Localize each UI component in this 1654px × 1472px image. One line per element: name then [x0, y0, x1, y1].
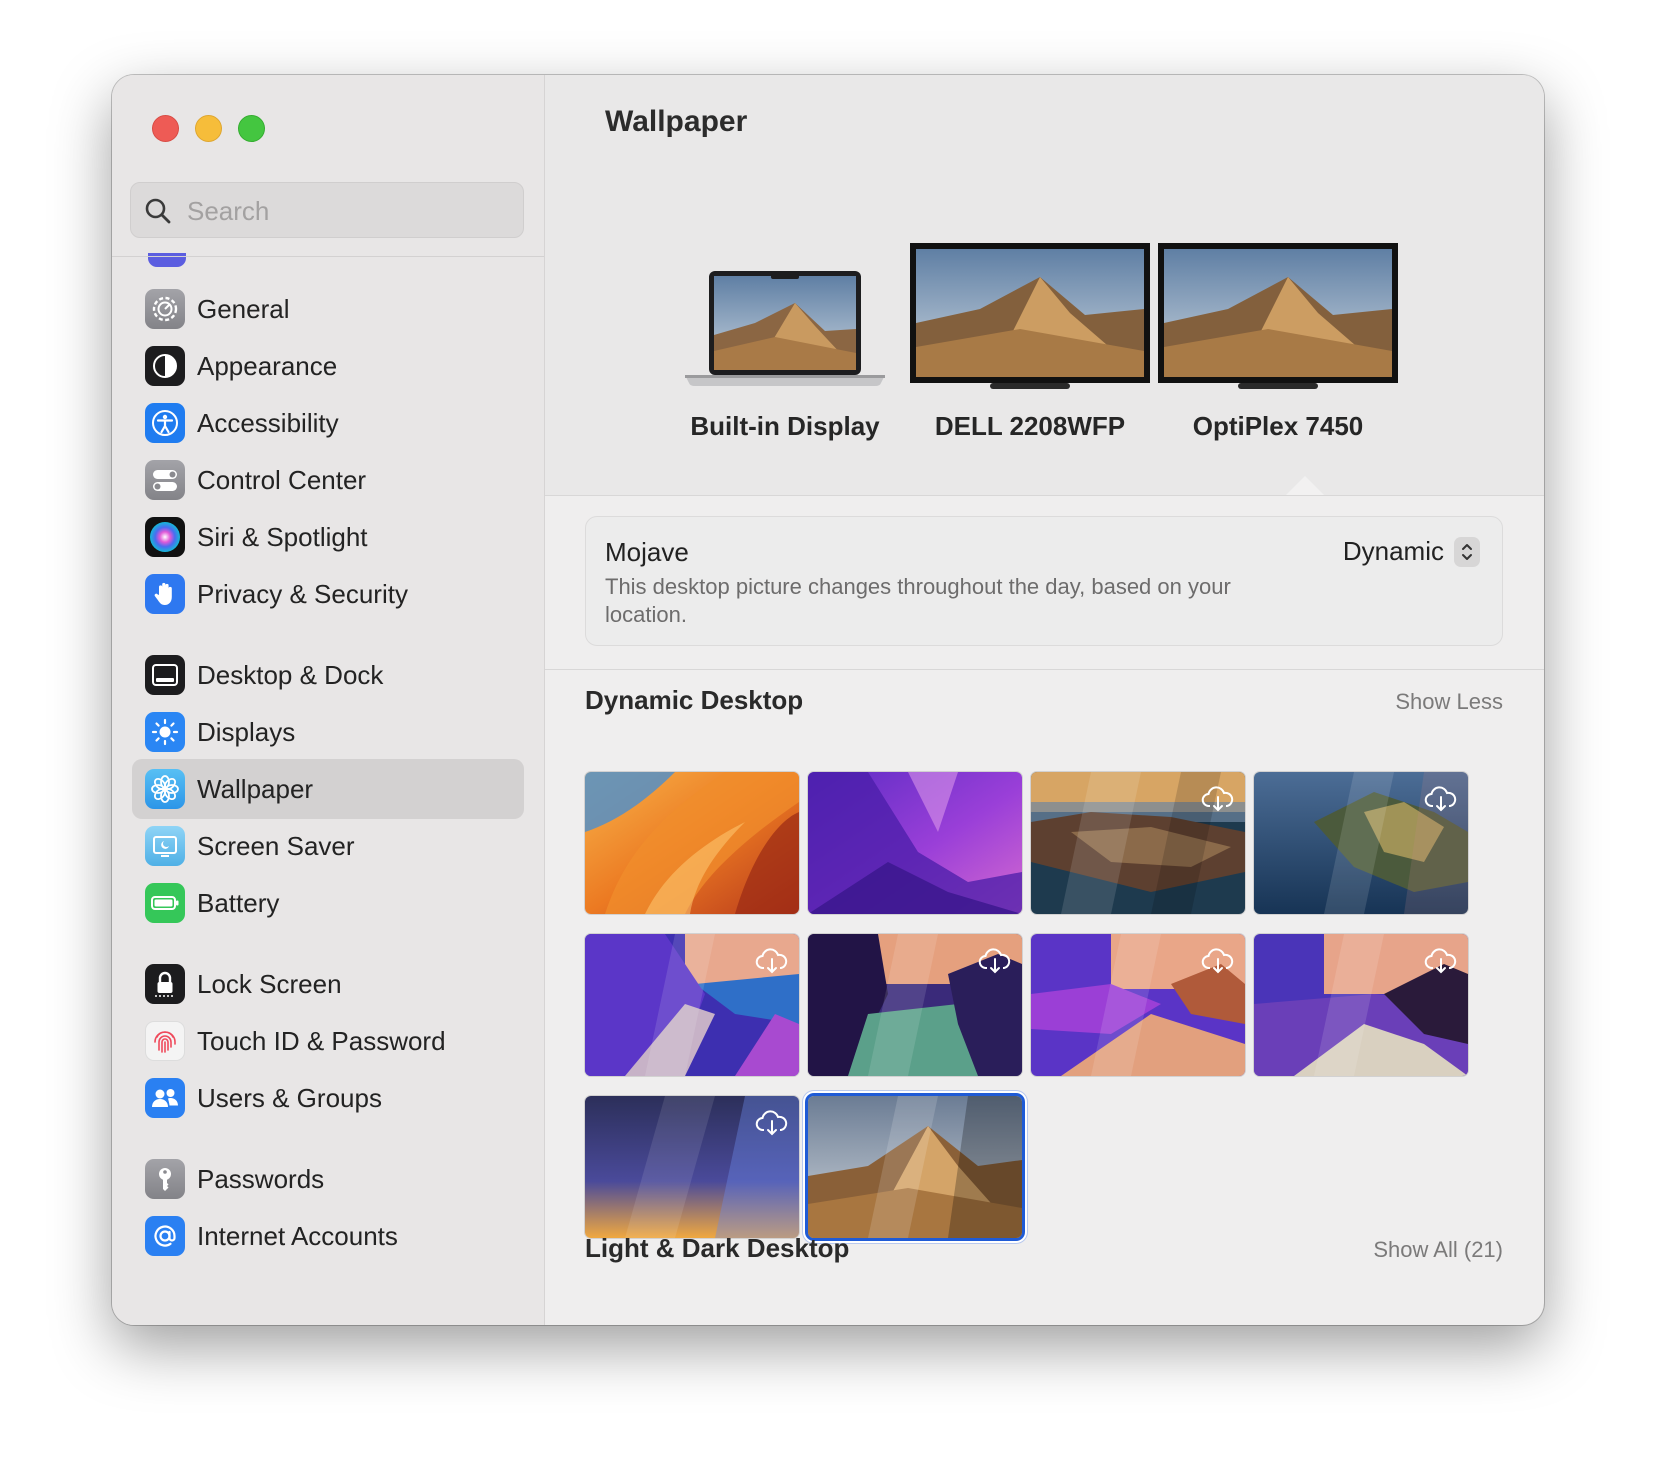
sidebar-item-label: Desktop & Dock — [197, 659, 384, 690]
fingerprint-icon — [145, 1021, 185, 1061]
wallpaper-thumb-ventura[interactable] — [585, 772, 799, 914]
show-less-button[interactable]: Show Less — [1395, 689, 1503, 715]
sidebar-item-label: Siri & Spotlight — [197, 521, 368, 552]
sidebar-item-control-center[interactable]: Control Center — [132, 450, 524, 510]
chevron-updown-icon — [1454, 536, 1480, 567]
sidebar-item-accessibility[interactable]: Accessibility — [132, 393, 524, 453]
display-label: DELL 2208WFP — [934, 411, 1126, 441]
search-field[interactable] — [130, 182, 524, 239]
download-icon — [1201, 948, 1234, 974]
wallpaper-thumb-catalina[interactable] — [1254, 772, 1468, 914]
display-label: OptiPlex 7450 — [1192, 411, 1364, 441]
sidebar-item-lock-screen[interactable]: Lock Screen — [132, 954, 524, 1014]
display-label: Built-in Display — [690, 411, 880, 441]
appearance-icon — [145, 346, 185, 386]
wallpaper-thumb-bigsur-lake[interactable] — [808, 934, 1022, 1076]
download-icon — [1424, 786, 1457, 812]
dock-icon — [145, 655, 185, 695]
wallpaper-thumb-bigsur-shore[interactable] — [1254, 934, 1468, 1076]
sidebar-item-label: Battery — [197, 887, 280, 918]
sidebar-item-label: Internet Accounts — [197, 1220, 398, 1251]
key-icon — [145, 1159, 185, 1199]
section-title: Dynamic Desktop — [585, 685, 804, 715]
sidebar-item-label: Users & Groups — [197, 1082, 382, 1113]
download-icon — [755, 948, 788, 974]
users-icon — [145, 1078, 185, 1118]
sidebar-item-label: Privacy & Security — [197, 578, 408, 609]
battery-icon — [145, 883, 185, 923]
control-center-icon — [145, 460, 185, 500]
gear-icon — [145, 289, 185, 329]
selected-display-pointer — [1286, 476, 1324, 495]
search-input[interactable] — [185, 183, 509, 239]
sidebar-item-label: Displays — [197, 716, 296, 747]
sidebar-item-desktop-dock[interactable]: Desktop & Dock — [132, 645, 524, 705]
hand-icon — [145, 574, 185, 614]
lock-icon — [145, 964, 185, 1004]
mode-value: Dynamic — [1342, 536, 1444, 566]
close-button[interactable] — [152, 115, 179, 142]
section-title: Light & Dark Desktop — [585, 1233, 850, 1263]
display-builtin[interactable] — [685, 271, 885, 394]
sidebar-item-label: Control Center — [197, 464, 367, 495]
wallpaper-info-card: Mojave This desktop picture changes thro… — [585, 516, 1503, 646]
sidebar-item-privacy-security[interactable]: Privacy & Security — [132, 564, 524, 624]
wallpaper-thumb-monterey[interactable] — [808, 772, 1022, 914]
sidebar-item-appearance[interactable]: Appearance — [132, 336, 524, 396]
wallpaper-thumb-bigsur-dunes[interactable] — [1031, 934, 1245, 1076]
download-icon — [1201, 786, 1234, 812]
sidebar-item-label: Wallpaper — [197, 773, 314, 804]
sidebar-item-siri-spotlight[interactable]: Siri & Spotlight — [132, 507, 524, 567]
search-icon — [145, 198, 171, 224]
download-icon — [755, 1110, 788, 1136]
sidebar-item-label: Accessibility — [197, 407, 339, 438]
section-divider — [545, 669, 1544, 670]
wallpaper-description: This desktop picture changes throughout … — [605, 574, 1231, 627]
show-all-button[interactable]: Show All (21) — [1373, 1237, 1503, 1263]
download-icon — [1424, 948, 1457, 974]
siri-icon — [145, 517, 185, 557]
display-optiplex[interactable] — [1158, 243, 1398, 396]
at-icon — [145, 1216, 185, 1256]
screen-saver-icon — [145, 826, 185, 866]
settings-window: General Appearance Accessibility Control… — [112, 75, 1544, 1325]
flower-icon — [145, 769, 185, 809]
sidebar-item-screen-saver[interactable]: Screen Saver — [132, 816, 524, 876]
sidebar-item-passwords[interactable]: Passwords — [132, 1149, 524, 1209]
sun-icon — [145, 712, 185, 752]
sidebar-item-wallpaper[interactable]: Wallpaper — [132, 759, 524, 819]
accessibility-icon — [145, 403, 185, 443]
main-panel: Wallpaper Built-in Display DELL 2208WFP … — [545, 75, 1544, 1325]
minimize-button[interactable] — [195, 115, 222, 142]
sidebar-item-displays[interactable]: Displays — [132, 702, 524, 762]
download-icon — [978, 948, 1011, 974]
sidebar-item-general[interactable]: General — [132, 279, 524, 339]
sidebar-item-label: Screen Saver — [197, 830, 355, 861]
wallpaper-thumb-bigsur-road[interactable] — [585, 934, 799, 1076]
display-dell[interactable] — [910, 243, 1150, 396]
wallpaper-thumb-bigsur-coast[interactable] — [1031, 772, 1245, 914]
sidebar-item-label: General — [197, 293, 290, 324]
appearance-mode-select[interactable]: Dynamic — [1343, 536, 1480, 567]
sidebar-item-users-groups[interactable]: Users & Groups — [132, 1068, 524, 1128]
sidebar-item-label: Touch ID & Password — [197, 1025, 446, 1056]
wallpaper-thumb-mojave[interactable] — [808, 1096, 1022, 1238]
wallpaper-name: Mojave — [605, 537, 689, 567]
sidebar: General Appearance Accessibility Control… — [112, 75, 545, 1325]
zoom-button[interactable] — [238, 115, 265, 142]
sidebar-item-battery[interactable]: Battery — [132, 873, 524, 933]
page-title: Wallpaper — [605, 105, 748, 138]
sidebar-item-internet-accounts[interactable]: Internet Accounts — [132, 1206, 524, 1266]
sidebar-item-label: Lock Screen — [197, 968, 342, 999]
window-controls — [152, 115, 265, 142]
sidebar-item-label: Passwords — [197, 1163, 325, 1194]
sidebar-divider — [112, 256, 544, 257]
wallpaper-thumb-bigsur-gradient[interactable] — [585, 1096, 799, 1238]
sidebar-item-label: Appearance — [197, 350, 338, 381]
sidebar-item-touch-id[interactable]: Touch ID & Password — [132, 1011, 524, 1071]
display-picker: Wallpaper Built-in Display DELL 2208WFP … — [545, 75, 1544, 496]
